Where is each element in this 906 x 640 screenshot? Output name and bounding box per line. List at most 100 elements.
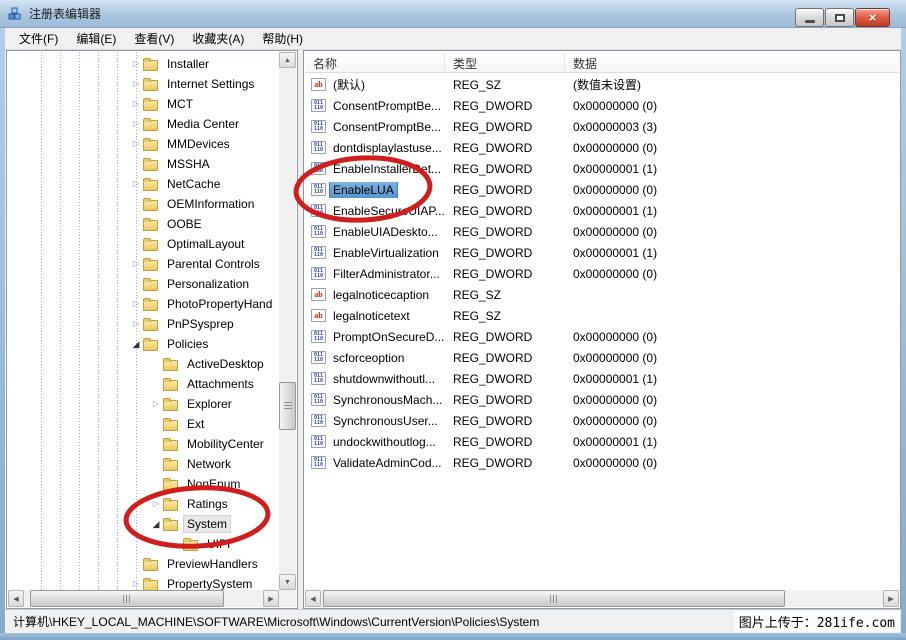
title-bar[interactable]: 注册表编辑器 × — [0, 0, 906, 28]
expander-icon[interactable] — [129, 74, 143, 94]
value-name: (默认) — [330, 75, 368, 94]
value-type: REG_DWORD — [445, 267, 565, 281]
value-name: FilterAdministrator... — [330, 266, 443, 282]
scroll-right-button[interactable]: ▶ — [883, 590, 899, 607]
tree-node[interactable]: System — [8, 514, 279, 534]
value-data: 0x00000001 (1) — [565, 204, 899, 218]
value-data: 0x00000000 (0) — [565, 183, 899, 197]
expander-icon[interactable] — [149, 494, 163, 514]
value-type: REG_DWORD — [445, 225, 565, 239]
registry-value-row[interactable]: shutdownwithoutl... REG_DWORD 0x00000001… — [305, 368, 899, 389]
value-type-icon — [311, 456, 326, 469]
tree-node[interactable]: MSSHA — [8, 154, 279, 174]
tree-node[interactable]: MMDevices — [8, 134, 279, 154]
tree-node[interactable]: Installer — [8, 54, 279, 74]
tree-node[interactable]: Parental Controls — [8, 254, 279, 274]
tree-node[interactable]: NonEnum — [8, 474, 279, 494]
registry-value-row[interactable]: ValidateAdminCod... REG_DWORD 0x00000000… — [305, 452, 899, 473]
registry-value-row[interactable]: scforceoption REG_DWORD 0x00000000 (0) — [305, 347, 899, 368]
tree-node[interactable]: Policies — [8, 334, 279, 354]
registry-value-row[interactable]: legalnoticecaption REG_SZ — [305, 284, 899, 305]
tree-node[interactable]: Personalization — [8, 274, 279, 294]
expander-icon[interactable] — [129, 114, 143, 134]
menu-item[interactable]: 帮助(H) — [253, 27, 312, 50]
menu-item[interactable]: 查看(V) — [125, 27, 183, 50]
registry-value-row[interactable]: (默认) REG_SZ (数值未设置) — [305, 74, 899, 95]
tree-node[interactable]: MCT — [8, 94, 279, 114]
registry-value-row[interactable]: EnableInstallerDet... REG_DWORD 0x000000… — [305, 158, 899, 179]
tree-node[interactable]: ActiveDesktop — [8, 354, 279, 374]
expander-icon[interactable] — [129, 94, 143, 114]
tree-node[interactable]: Media Center — [8, 114, 279, 134]
value-type-icon — [311, 309, 326, 322]
list-horizontal-scrollbar[interactable]: ◀ ▶ — [305, 590, 899, 607]
value-type-icon — [311, 204, 326, 217]
tree-node[interactable]: PropertySystem — [8, 574, 279, 590]
expander-icon[interactable] — [129, 54, 143, 74]
tree-vertical-scrollbar[interactable]: ▲ ▼ — [279, 52, 296, 590]
expander-icon[interactable] — [129, 334, 143, 355]
registry-value-row[interactable]: SynchronousMach... REG_DWORD 0x00000000 … — [305, 389, 899, 410]
value-type-icon — [311, 246, 326, 259]
tree-node[interactable]: PhotoPropertyHand — [8, 294, 279, 314]
registry-value-row[interactable]: EnableVirtualization REG_DWORD 0x0000000… — [305, 242, 899, 263]
column-header[interactable]: 名称 — [305, 52, 445, 72]
scroll-left-button[interactable]: ◀ — [8, 590, 24, 607]
registry-value-row[interactable]: EnableLUA REG_DWORD 0x00000000 (0) — [305, 179, 899, 200]
tree-node[interactable]: Network — [8, 454, 279, 474]
registry-value-row[interactable]: ConsentPromptBe... REG_DWORD 0x00000003 … — [305, 116, 899, 137]
tree-node[interactable]: OptimalLayout — [8, 234, 279, 254]
registry-value-row[interactable]: EnableSecureUIAP... REG_DWORD 0x00000001… — [305, 200, 899, 221]
column-header[interactable]: 类型 — [445, 52, 565, 72]
expander-icon[interactable] — [129, 134, 143, 154]
tree-node[interactable]: UIPI — [8, 534, 279, 554]
scroll-left-button[interactable]: ◀ — [305, 590, 321, 607]
value-name: scforceoption — [330, 350, 407, 366]
scroll-thumb[interactable] — [279, 382, 296, 430]
scroll-right-button[interactable]: ▶ — [263, 590, 279, 607]
tree-node[interactable]: NetCache — [8, 174, 279, 194]
tree-node[interactable]: PreviewHandlers — [8, 554, 279, 574]
expander-icon[interactable] — [129, 174, 143, 194]
expander-icon[interactable] — [129, 574, 143, 590]
registry-value-row[interactable]: ConsentPromptBe... REG_DWORD 0x00000000 … — [305, 95, 899, 116]
registry-value-row[interactable]: PromptOnSecureD... REG_DWORD 0x00000000 … — [305, 326, 899, 347]
tree-node[interactable]: Explorer — [8, 394, 279, 414]
scroll-thumb[interactable] — [323, 590, 785, 607]
registry-value-row[interactable]: FilterAdministrator... REG_DWORD 0x00000… — [305, 263, 899, 284]
folder-icon — [143, 220, 158, 231]
expander-icon[interactable] — [129, 254, 143, 274]
tree-node[interactable]: OOBE — [8, 214, 279, 234]
scroll-thumb[interactable] — [30, 590, 224, 607]
scroll-down-button[interactable]: ▼ — [279, 574, 296, 590]
registry-value-row[interactable]: dontdisplaylastuse... REG_DWORD 0x000000… — [305, 137, 899, 158]
expander-icon[interactable] — [149, 514, 163, 535]
registry-value-row[interactable]: SynchronousUser... REG_DWORD 0x00000000 … — [305, 410, 899, 431]
tree-node[interactable]: PnPSysprep — [8, 314, 279, 334]
menu-item[interactable]: 编辑(E) — [67, 27, 125, 50]
tree-node[interactable]: MobilityCenter — [8, 434, 279, 454]
value-type-icon — [311, 162, 326, 175]
menu-item[interactable]: 收藏夹(A) — [183, 27, 253, 50]
scroll-up-button[interactable]: ▲ — [279, 52, 296, 68]
tree-node-label: NonEnum — [184, 476, 243, 492]
tree-node[interactable]: OEMInformation — [8, 194, 279, 214]
registry-value-row[interactable]: undockwithoutlog... REG_DWORD 0x00000001… — [305, 431, 899, 452]
tree-node-label: PropertySystem — [164, 576, 255, 590]
registry-value-row[interactable]: legalnoticetext REG_SZ — [305, 305, 899, 326]
menu-item[interactable]: 文件(F) — [10, 27, 67, 50]
tree-horizontal-scrollbar[interactable]: ◀ ▶ — [8, 590, 279, 607]
value-name-cell: ConsentPromptBe... — [305, 119, 445, 135]
tree-node[interactable]: Internet Settings — [8, 74, 279, 94]
tree-node[interactable]: Attachments — [8, 374, 279, 394]
maximize-button[interactable] — [825, 8, 854, 27]
tree-node[interactable]: Ratings — [8, 494, 279, 514]
close-button[interactable]: × — [855, 8, 890, 27]
column-header[interactable]: 数据 — [565, 52, 899, 72]
tree-node[interactable]: Ext — [8, 414, 279, 434]
expander-icon[interactable] — [129, 294, 143, 314]
expander-icon[interactable] — [149, 394, 163, 414]
expander-icon[interactable] — [129, 314, 143, 334]
minimize-button[interactable] — [795, 8, 824, 27]
registry-value-row[interactable]: EnableUIADeskto... REG_DWORD 0x00000000 … — [305, 221, 899, 242]
